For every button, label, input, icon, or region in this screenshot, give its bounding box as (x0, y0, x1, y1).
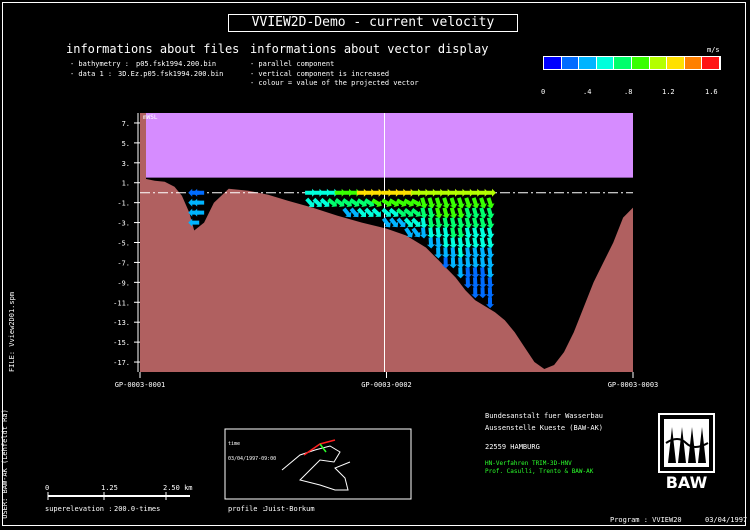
side-user-label: USER: BAW-AK (Lehfeldt Ra) (0, 409, 9, 519)
y-tick-label: -5. (117, 240, 130, 248)
scale-label-2: 2.50 km (163, 484, 193, 492)
left-boundary (140, 113, 146, 372)
superelevation-value: 200.0-times (114, 505, 161, 513)
air-region (140, 113, 633, 178)
inset-label-date: 03/04/1997-09:00 (228, 456, 277, 462)
y-tick-label: -7. (117, 259, 130, 267)
x-tick-label: GP-0003-0003 (608, 381, 659, 389)
y-tick-label: -17. (113, 359, 130, 367)
scale-label-0: 0 (45, 484, 50, 492)
institution-green-1: HN-Verfahren TRIM-3D-HNV (485, 460, 572, 467)
x-tick-label: GP-0003-0001 (115, 381, 166, 389)
institution-green-2: Prof. Casulli, Trento & BAW-AK (485, 468, 594, 475)
inset-profile-line (303, 439, 336, 456)
y-axis-label: mWSL (143, 114, 158, 121)
y-tick-label: 3. (122, 160, 130, 168)
y-tick-label: -11. (113, 299, 130, 307)
y-tick-label: -9. (117, 279, 130, 287)
inset-map-frame (224, 428, 412, 500)
institution-line-1: Bundesanstalt fuer Wasserbau (485, 412, 604, 420)
y-tick-label: -3. (117, 220, 130, 228)
inset-coastline (281, 445, 351, 491)
side-file-label: FILE: Vview2D01.spm (8, 291, 17, 373)
scale-label-1: 1.25 (101, 484, 118, 492)
baw-logo-text: BAW (665, 473, 708, 492)
y-tick-label: 5. (122, 140, 130, 148)
institution-line-3: 22559 HAMBURG (485, 443, 540, 451)
profile-value: Juist-Borkum (264, 505, 315, 513)
profile-label: profile : (228, 505, 266, 513)
y-tick-label: 1. (122, 180, 130, 188)
superelevation-label: superelevation : (45, 505, 113, 513)
institution-line-2: Aussenstelle Kueste (BAW-AK) (485, 424, 604, 432)
y-tick-label: -13. (113, 319, 130, 327)
footer-program: Program : VVIEW20 (610, 516, 682, 524)
x-tick-label: GP-0003-0002 (361, 381, 412, 389)
y-tick-label: 7. (122, 120, 130, 128)
inset-label-top: time (228, 441, 241, 447)
profile-chart: 7. 5. 3. 1. -1. -3. -5. -7. -9. -11. -13. -15. -17. m… (47, 113, 659, 500)
y-tick-label: -15. (113, 339, 130, 347)
footer-date: 03/04/1997 (705, 516, 748, 524)
y-tick-label: -1. (117, 200, 130, 208)
baw-logo: BAW (658, 413, 715, 493)
